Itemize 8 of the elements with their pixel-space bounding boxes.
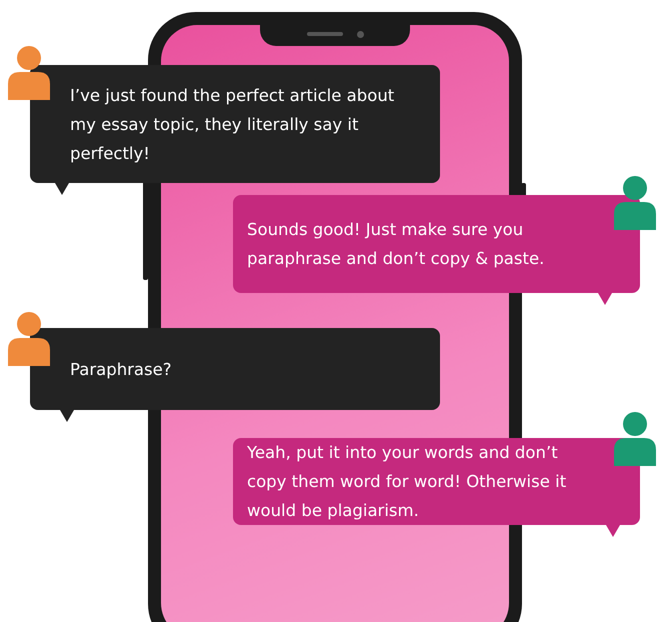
- message-text: I’ve just found the perfect article about my essay topic, they literally say it perfectly!: [70, 84, 396, 164]
- message-text: Yeah, put it into your words and don’t copy them word for word! Otherwise it would be plagiarism.: [247, 442, 567, 522]
- message-text: Sounds good! Just make sure you paraphrase and don’t copy & paste.: [247, 219, 546, 270]
- person-icon: [6, 310, 52, 366]
- person-icon: [6, 44, 52, 100]
- person-icon: [612, 410, 658, 466]
- message-text: Paraphrase?: [70, 358, 173, 380]
- person-icon: [612, 174, 658, 230]
